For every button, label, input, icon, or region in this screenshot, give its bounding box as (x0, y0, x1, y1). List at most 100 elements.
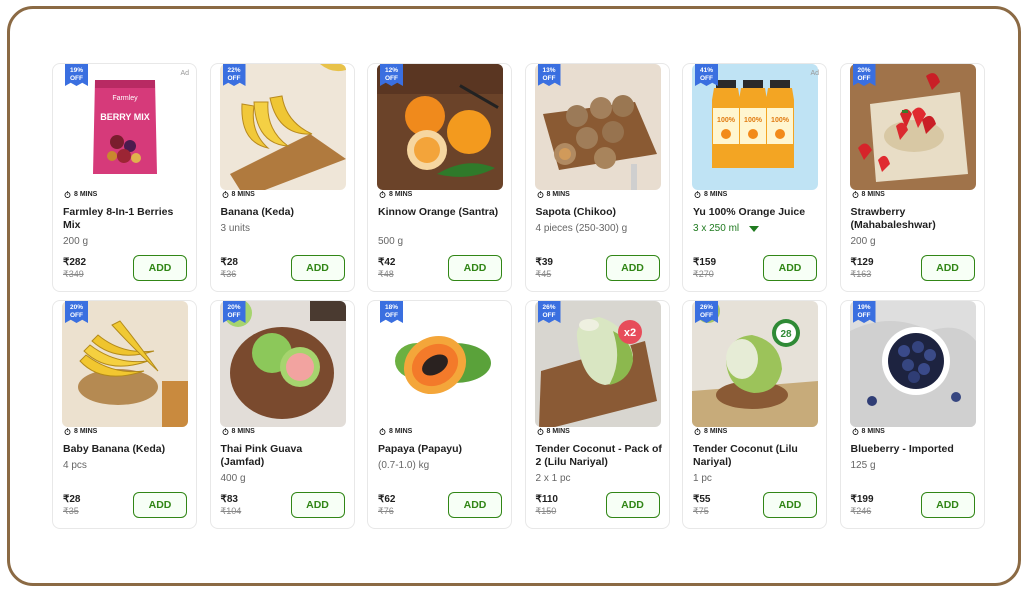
add-button[interactable]: ADD (133, 255, 187, 281)
stopwatch-icon (537, 428, 543, 435)
ad-label: Ad (180, 70, 189, 77)
product-mrp: ₹35 (63, 506, 79, 516)
add-button[interactable]: ADD (290, 492, 345, 518)
delivery-time: 8 MINS (694, 428, 727, 435)
product-card-thai-pink-guava[interactable]: 20% OFF 8 MINS Thai Pink Guava (Jamfad) 4… (209, 300, 355, 529)
product-unit: 200 g (850, 236, 876, 247)
product-unit: 4 pieces (250-300) g (535, 223, 628, 234)
product-price: ₹199 (850, 494, 874, 505)
stopwatch-icon (222, 191, 228, 198)
add-button[interactable]: ADD (290, 255, 345, 281)
stopwatch-icon (64, 428, 71, 435)
product-name: Blueberry - Imported (850, 443, 954, 455)
stopwatch-icon (64, 191, 71, 198)
product-name: Papaya (Papayu) (378, 443, 463, 455)
discount-badge: 20% OFF (65, 301, 88, 323)
product-mrp: ₹270 (693, 269, 714, 279)
product-card-sapota[interactable]: 13% OFF 8 MINS Sapota (Chikoo) 4 pieces (… (524, 63, 670, 292)
product-mrp: ₹150 (535, 506, 557, 516)
chevron-down-icon[interactable] (749, 225, 760, 232)
bottle-label: 100% (744, 117, 763, 124)
product-name: Tender Coconut (Lilu Nariyal) (693, 443, 798, 468)
add-button[interactable]: ADD (605, 492, 660, 518)
product-card-strawberry[interactable]: 20% OFF 8 MINS Strawberry (Mahabaleshwar)… (839, 63, 985, 292)
stopwatch-icon (222, 428, 228, 435)
product-unit: 2 x 1 pc (535, 473, 571, 484)
product-price: ₹39 (535, 257, 554, 268)
product-unit: 1 pc (693, 473, 712, 484)
stopwatch-icon (537, 191, 543, 198)
pack-title-text: BERRY MIX (100, 112, 150, 122)
discount-badge: 26% OFF (537, 301, 561, 323)
product-name: Banana (Keda) (220, 206, 295, 218)
product-mrp: ₹45 (535, 269, 552, 279)
product-unit: 3 units (220, 223, 250, 234)
discount-badge: 18% OFF (380, 301, 403, 323)
discount-badge: 41% OFF (695, 64, 718, 86)
stopwatch-icon (379, 428, 386, 435)
product-grid: Farmley BERRY MIX 19% OFF Ad 8 MINS Farml… (52, 63, 985, 529)
product-price: ₹62 (378, 494, 396, 505)
discount-badge: 22% OFF (222, 64, 246, 86)
product-price: ₹110 (535, 494, 559, 505)
product-unit: 125 g (850, 460, 876, 471)
ad-label: Ad (810, 70, 819, 77)
product-unit: (0.7-1.0) kg (378, 460, 430, 471)
product-card-banana[interactable]: 22% OFF 8 MINS Banana (Keda) 3 units ₹28 … (209, 63, 355, 292)
discount-badge: 12% OFF (380, 64, 403, 86)
add-button[interactable]: ADD (133, 492, 187, 518)
pack-count-badge: x2 (623, 327, 635, 339)
delivery-time: 8 MINS (537, 191, 570, 198)
product-name: Tender Coconut - Pack of 2 (Lilu Nariyal… (535, 443, 662, 468)
product-name: Kinnow Orange (Santra) (378, 206, 499, 218)
product-card-blueberry[interactable]: 19% OFF 8 MINS Blueberry - Imported 125 g… (839, 300, 985, 529)
variant-selector[interactable]: 3 x 250 ml (693, 223, 760, 234)
product-card-yu-orange-juice[interactable]: 100% 100% 100% 41% OFF Ad 8 MINS Yu 100% … (682, 63, 827, 292)
add-button[interactable]: ADD (920, 255, 975, 281)
product-mrp: ₹48 (378, 269, 394, 279)
product-price: ₹129 (850, 257, 874, 268)
delivery-time: 8 MINS (852, 428, 885, 435)
product-card-tender-coconut-pack-of-2[interactable]: x2 26% OFF 8 MINS Tender Coconut - Pack o… (524, 300, 670, 529)
product-card-baby-banana[interactable]: 20% OFF 8 MINS Baby Banana (Keda) 4 pcs ₹… (52, 300, 197, 529)
pack-brand-text: Farmley (112, 95, 138, 102)
delivery-time: 8 MINS (379, 191, 412, 198)
product-mrp: ₹104 (220, 506, 242, 516)
bottle-label: 100% (717, 117, 736, 124)
product-price: ₹159 (693, 257, 717, 268)
add-button[interactable]: ADD (448, 492, 502, 518)
add-button[interactable]: ADD (605, 255, 660, 281)
discount-badge: 13% OFF (537, 64, 561, 86)
add-button[interactable]: ADD (763, 255, 817, 281)
product-name: Thai Pink Guava (Jamfad) (220, 443, 303, 468)
product-price: ₹42 (378, 257, 396, 268)
product-name: Yu 100% Orange Juice (693, 206, 806, 218)
add-button[interactable]: ADD (920, 492, 975, 518)
product-name: Strawberry (Mahabaleshwar) (850, 206, 936, 231)
discount-badge: 19% OFF (852, 301, 876, 323)
delivery-time: 8 MINS (379, 428, 412, 435)
delivery-time: 8 MINS (222, 191, 255, 198)
add-button[interactable]: ADD (448, 255, 502, 281)
product-card-papaya[interactable]: 18% OFF 8 MINS Papaya (Papayu) (0.7-1.0) … (367, 300, 512, 529)
product-mrp: ₹36 (220, 269, 237, 279)
add-button[interactable]: ADD (763, 492, 817, 518)
product-card-tender-coconut[interactable]: 28 26% OFF 8 MINS Tender Coconut (Lilu Na… (682, 300, 827, 529)
delivery-time: 8 MINS (64, 428, 97, 435)
discount-badge: 20% OFF (852, 64, 876, 86)
product-card-farmley-berries-mix[interactable]: Farmley BERRY MIX 19% OFF Ad 8 MINS Farml… (52, 63, 197, 292)
stopwatch-icon (694, 428, 701, 435)
stopwatch-icon (852, 428, 858, 435)
discount-badge: 19% OFF (65, 64, 88, 86)
product-price: ₹28 (220, 257, 239, 268)
stopwatch-icon (379, 191, 386, 198)
product-mrp: ₹163 (850, 269, 872, 279)
product-card-kinnow-orange[interactable]: 12% OFF 8 MINS Kinnow Orange (Santra) 500… (367, 63, 512, 292)
product-unit: 400 g (220, 473, 246, 484)
delivery-time: 8 MINS (537, 428, 570, 435)
discount-badge: 20% OFF (222, 301, 246, 323)
product-unit: 200 g (63, 236, 89, 247)
product-price: ₹83 (220, 494, 239, 505)
bottle-label: 100% (771, 117, 790, 124)
product-name: Baby Banana (Keda) (63, 443, 166, 455)
